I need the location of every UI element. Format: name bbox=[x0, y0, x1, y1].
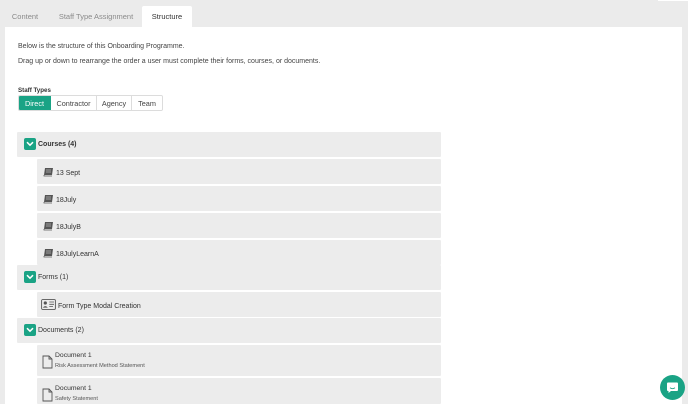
document-subtitle: Risk Assessment Method Statement bbox=[55, 363, 145, 369]
documents-group-header[interactable]: Documents (2) bbox=[17, 318, 441, 343]
document-subtitle: Safety Statement bbox=[55, 396, 98, 402]
book-icon bbox=[43, 221, 53, 230]
courses-collapse-toggle[interactable] bbox=[24, 138, 36, 150]
course-item-label: 18JulyLearnA bbox=[56, 251, 99, 258]
course-item-label: 18JulyB bbox=[56, 224, 81, 231]
course-item[interactable]: 18JulyB bbox=[37, 213, 441, 238]
course-item-label: 18July bbox=[56, 197, 77, 204]
forms-collapse-toggle[interactable] bbox=[24, 271, 36, 283]
chevron-down-icon bbox=[26, 327, 34, 333]
book-icon bbox=[43, 248, 53, 257]
tab-content[interactable]: Content bbox=[0, 6, 50, 27]
documents-collapse-toggle[interactable] bbox=[24, 324, 36, 336]
document-item[interactable]: Document 1 Risk Assessment Method Statem… bbox=[37, 345, 441, 376]
staff-types-label: Staff Types bbox=[18, 87, 51, 94]
staff-type-direct[interactable]: Direct bbox=[19, 96, 51, 110]
top-divider bbox=[658, 0, 688, 1]
intro-line-1: Below is the structure of this Onboardin… bbox=[18, 43, 185, 50]
staff-type-team[interactable]: Team bbox=[132, 96, 162, 110]
forms-group-label: Forms (1) bbox=[38, 274, 69, 281]
intro-line-2: Drag up or down to rearrange the order a… bbox=[18, 58, 321, 65]
document-item[interactable]: Document 1 Safety Statement bbox=[37, 378, 441, 404]
chat-icon bbox=[667, 382, 678, 393]
id-card-icon bbox=[41, 299, 56, 310]
chat-launcher-button[interactable] bbox=[660, 375, 685, 400]
tab-staff-type-assignment[interactable]: Staff Type Assignment bbox=[50, 6, 142, 27]
document-title: Document 1 bbox=[55, 352, 92, 359]
documents-group-label: Documents (2) bbox=[38, 327, 84, 334]
book-icon bbox=[43, 167, 53, 176]
tab-structure[interactable]: Structure bbox=[142, 6, 192, 27]
courses-group-label: Courses (4) bbox=[38, 141, 77, 148]
staff-type-agency[interactable]: Agency bbox=[97, 96, 132, 110]
chevron-down-icon bbox=[26, 274, 34, 280]
course-item-label: 13 Sept bbox=[56, 170, 81, 177]
book-icon bbox=[43, 194, 53, 203]
course-item[interactable]: 18July bbox=[37, 186, 441, 211]
chevron-down-icon bbox=[26, 141, 34, 147]
document-title: Document 1 bbox=[55, 385, 92, 392]
staff-type-selector: Direct Contractor Agency Team bbox=[18, 95, 163, 111]
onboarding-structure-page: Content Staff Type Assignment Structure … bbox=[0, 0, 688, 404]
structure-panel: Below is the structure of this Onboardin… bbox=[5, 27, 682, 404]
form-item[interactable]: Form Type Modal Creation bbox=[37, 292, 441, 317]
forms-group-header[interactable]: Forms (1) bbox=[17, 265, 441, 290]
document-icon bbox=[42, 388, 53, 402]
staff-type-contractor[interactable]: Contractor bbox=[51, 96, 97, 110]
document-icon bbox=[42, 355, 53, 369]
form-item-label: Form Type Modal Creation bbox=[58, 303, 141, 310]
courses-group-header[interactable]: Courses (4) bbox=[17, 132, 441, 157]
course-item[interactable]: 13 Sept bbox=[37, 159, 441, 184]
tab-bar: Content Staff Type Assignment Structure bbox=[0, 0, 688, 27]
course-item[interactable]: 18JulyLearnA bbox=[37, 240, 441, 265]
